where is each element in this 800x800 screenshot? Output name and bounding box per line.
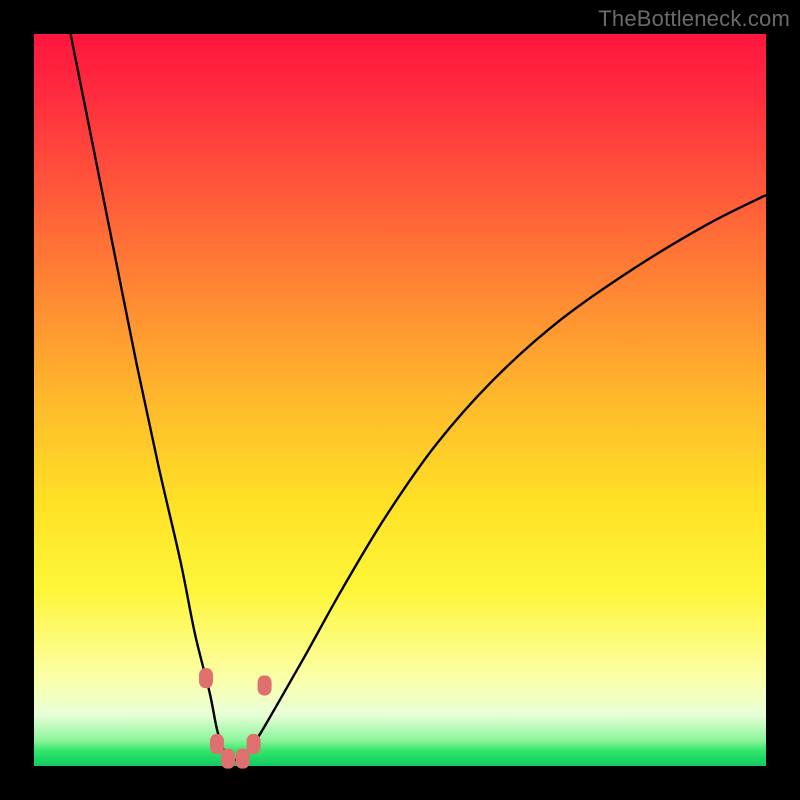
chart-frame: TheBottleneck.com: [0, 0, 800, 800]
curve-marker: [247, 734, 261, 754]
bottleneck-curve: [71, 34, 766, 760]
curve-marker: [199, 668, 213, 688]
curve-marker: [210, 734, 224, 754]
curve-marker: [221, 749, 235, 769]
curve-marker: [236, 749, 250, 769]
curve-marker: [258, 675, 272, 695]
watermark-text: TheBottleneck.com: [598, 6, 790, 32]
curve-svg: [34, 34, 766, 766]
plot-area: [34, 34, 766, 766]
curve-markers: [199, 668, 272, 769]
